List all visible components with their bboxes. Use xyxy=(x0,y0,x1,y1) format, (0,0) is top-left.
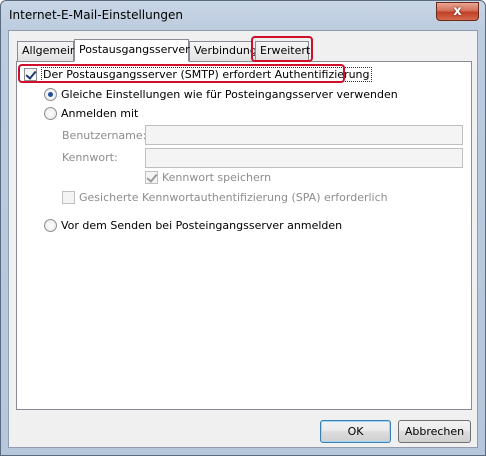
tab-verbindung[interactable]: Verbindung xyxy=(189,41,257,61)
logon-with-radio[interactable] xyxy=(44,107,57,120)
logon-before-send-radio[interactable] xyxy=(44,219,57,232)
same-settings-radio[interactable] xyxy=(44,88,57,101)
tab-allgemein[interactable]: Allgemein xyxy=(17,41,77,61)
spa-row[interactable]: Gesicherte Kennwortauthentifizierung (SP… xyxy=(62,191,388,204)
dialog-client-area: Allgemein Postausgangsserver Verbindung … xyxy=(8,30,478,448)
smtp-auth-label: Der Postausgangsserver (SMTP) erfordert … xyxy=(41,67,372,82)
spa-checkbox[interactable] xyxy=(62,191,75,204)
save-password-label: Kennwort speichern xyxy=(162,171,272,184)
title-bar[interactable]: Internet-E-Mail-Einstellungen x xyxy=(1,1,485,31)
save-password-row[interactable]: Kennwort speichern xyxy=(145,171,271,184)
smtp-auth-row[interactable]: Der Postausgangsserver (SMTP) erfordert … xyxy=(24,67,372,82)
window-title: Internet-E-Mail-Einstellungen xyxy=(9,8,183,22)
spa-label: Gesicherte Kennwortauthentifizierung (SP… xyxy=(79,191,388,204)
close-button[interactable]: x xyxy=(436,2,479,21)
username-label: Benutzername: xyxy=(62,129,147,142)
same-settings-label: Gleiche Einstellungen wie für Posteingan… xyxy=(61,88,398,101)
tab-panel-postausgangsserver: Der Postausgangsserver (SMTP) erfordert … xyxy=(16,61,472,410)
cancel-button[interactable]: Abbrechen xyxy=(398,420,471,443)
password-input[interactable] xyxy=(145,148,463,168)
logon-before-send-row[interactable]: Vor dem Senden bei Posteingangsserver an… xyxy=(44,219,342,232)
save-password-checkbox[interactable] xyxy=(145,171,158,184)
dialog-window: Internet-E-Mail-Einstellungen x Allgemei… xyxy=(0,0,486,456)
password-label: Kennwort: xyxy=(62,151,118,164)
close-icon: x xyxy=(453,4,462,19)
same-settings-row[interactable]: Gleiche Einstellungen wie für Posteingan… xyxy=(44,88,398,101)
ok-button[interactable]: OK xyxy=(320,420,391,443)
smtp-auth-checkbox[interactable] xyxy=(24,68,37,81)
username-input[interactable] xyxy=(145,125,463,145)
logon-with-label: Anmelden mit xyxy=(61,107,139,120)
tab-erweitert[interactable]: Erweitert xyxy=(255,41,310,61)
logon-before-send-label: Vor dem Senden bei Posteingangsserver an… xyxy=(61,219,343,232)
logon-with-row[interactable]: Anmelden mit xyxy=(44,107,138,120)
tab-postausgangsserver[interactable]: Postausgangsserver xyxy=(74,39,190,62)
